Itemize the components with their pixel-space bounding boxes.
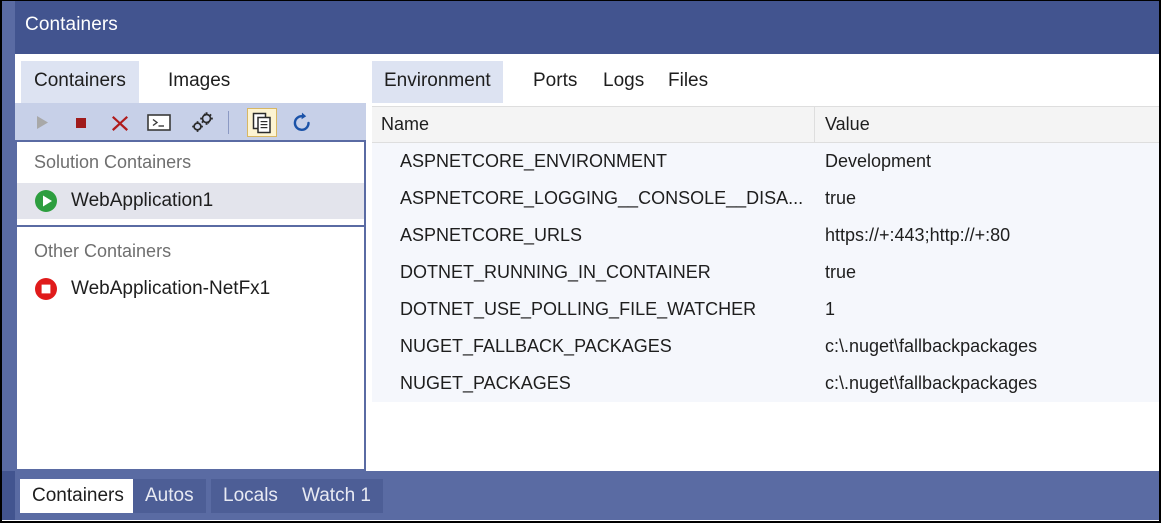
bottom-tab-locals-label: Locals [223, 485, 278, 506]
bottom-tab-locals[interactable]: Locals [211, 479, 290, 513]
tab-ports[interactable]: Ports [521, 61, 589, 103]
table-row[interactable]: DOTNET_USE_POLLING_FILE_WATCHER 1 [372, 291, 1159, 328]
details-tab-bar: Environment Ports Logs Files [366, 54, 1159, 103]
terminal-icon [147, 113, 171, 132]
cell-value: c:\.nuget\fallbackpackages [816, 328, 1159, 365]
bottom-tab-watch-1[interactable]: Watch 1 [290, 479, 383, 513]
table-row[interactable]: NUGET_PACKAGES c:\.nuget\fallbackpackage… [372, 365, 1159, 402]
tab-containers-label: Containers [34, 70, 126, 91]
tab-images[interactable]: Images [155, 61, 243, 103]
table-row[interactable]: ASPNETCORE_ENVIRONMENT Development [372, 143, 1159, 180]
table-row[interactable]: NUGET_FALLBACK_PACKAGES c:\.nuget\fallba… [372, 328, 1159, 365]
tab-environment[interactable]: Environment [372, 61, 503, 103]
cell-name: DOTNET_RUNNING_IN_CONTAINER [372, 254, 816, 291]
containers-tree: Solution Containers WebApplication1 Othe… [15, 142, 366, 471]
cell-value: https://+:443;http://+:80 [816, 217, 1159, 254]
tree-item-label: WebApplication-NetFx1 [71, 278, 270, 300]
tab-logs[interactable]: Logs [591, 61, 656, 103]
copy-icon [251, 112, 273, 134]
bottom-tab-autos[interactable]: Autos [133, 479, 206, 513]
tree-item-webapplication-netfx1[interactable]: WebApplication-NetFx1 [17, 271, 364, 307]
cell-value: c:\.nuget\fallbackpackages [816, 365, 1159, 402]
column-header-name[interactable]: Name [372, 107, 815, 142]
column-header-value[interactable]: Value [816, 107, 1159, 142]
settings-button[interactable] [187, 108, 217, 137]
terminal-button[interactable] [144, 108, 174, 137]
table-row[interactable]: DOTNET_RUNNING_IN_CONTAINER true [372, 254, 1159, 291]
cell-name: ASPNETCORE_LOGGING__CONSOLE__DISA... [372, 180, 816, 217]
table-row[interactable]: ASPNETCORE_LOGGING__CONSOLE__DISA... tru… [372, 180, 1159, 217]
tree-item-webapplication1[interactable]: WebApplication1 [17, 183, 364, 219]
cell-value: true [816, 254, 1159, 291]
window-title-bar: Containers [2, 1, 1161, 54]
container-details-pane: Environment Ports Logs Files Name Value … [366, 54, 1159, 471]
copy-button[interactable] [247, 108, 277, 137]
cell-value: 1 [816, 291, 1159, 328]
cell-value: true [816, 180, 1159, 217]
window-left-rail [2, 54, 15, 471]
containers-toolbar [15, 103, 366, 142]
table-row[interactable]: ASPNETCORE_URLS https://+:443;http://+:8… [372, 217, 1159, 254]
tab-files[interactable]: Files [656, 61, 720, 103]
cell-name: DOTNET_USE_POLLING_FILE_WATCHER [372, 291, 816, 328]
cell-value: Development [816, 143, 1159, 180]
refresh-button[interactable] [287, 108, 317, 137]
tab-containers[interactable]: Containers [21, 61, 139, 103]
toolbar-separator [228, 111, 229, 134]
status-stopped-icon [33, 276, 59, 302]
bottom-tab-containers[interactable]: Containers [20, 479, 136, 513]
stop-button[interactable] [66, 108, 96, 137]
cell-name: ASPNETCORE_ENVIRONMENT [372, 143, 816, 180]
start-button[interactable] [27, 108, 57, 137]
refresh-icon [291, 112, 313, 134]
stop-icon [73, 115, 89, 131]
title-bar-left-edge [2, 1, 15, 54]
cell-name: NUGET_PACKAGES [372, 365, 816, 402]
environment-grid-body: ASPNETCORE_ENVIRONMENT Development ASPNE… [372, 143, 1159, 405]
debugger-tool-window-tabs: Containers Autos Locals Watch 1 [2, 471, 1159, 520]
tab-environment-label: Environment [384, 70, 491, 91]
containers-left-pane: Containers Images [15, 54, 366, 471]
containers-tool-window: Containers Containers Images [0, 0, 1161, 523]
remove-button[interactable] [105, 108, 135, 137]
bottom-tab-watch1-label: Watch 1 [302, 485, 371, 506]
environment-grid-header: Name Value [372, 106, 1159, 143]
gears-icon [189, 111, 215, 135]
bottom-strip-left-edge [2, 471, 15, 520]
page-title: Containers [25, 14, 118, 36]
close-x-icon [110, 113, 130, 133]
tree-item-label: WebApplication1 [71, 190, 213, 212]
tab-logs-label: Logs [603, 70, 644, 91]
group-header-solution-containers: Solution Containers [17, 142, 364, 183]
left-pane-tab-bar: Containers Images [15, 54, 366, 103]
tab-images-label: Images [168, 70, 230, 91]
group-header-other-containers: Other Containers [17, 227, 364, 271]
cell-name: NUGET_FALLBACK_PACKAGES [372, 328, 816, 365]
cell-name: ASPNETCORE_URLS [372, 217, 816, 254]
tab-ports-label: Ports [533, 70, 577, 91]
status-running-icon [33, 188, 59, 214]
bottom-tab-autos-label: Autos [145, 485, 194, 506]
tab-files-label: Files [668, 70, 708, 91]
bottom-tab-containers-label: Containers [32, 485, 124, 506]
play-icon [34, 114, 51, 131]
